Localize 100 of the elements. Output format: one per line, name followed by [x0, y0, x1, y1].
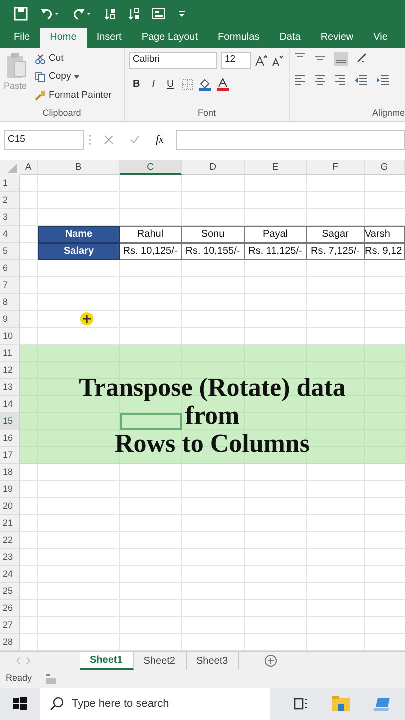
- fill-color-icon[interactable]: [198, 78, 212, 91]
- row-header[interactable]: 7: [0, 277, 20, 294]
- name-box[interactable]: C15: [4, 130, 84, 150]
- row-header[interactable]: 16: [0, 430, 20, 447]
- font-color-icon[interactable]: [216, 78, 230, 91]
- row-header[interactable]: 17: [0, 447, 20, 464]
- undo-icon[interactable]: [40, 7, 60, 21]
- column-header[interactable]: E: [245, 160, 307, 175]
- column-header[interactable]: D: [182, 160, 245, 175]
- ribbon-tab[interactable]: Vie: [364, 28, 398, 48]
- sheet-tab[interactable]: Sheet1: [80, 652, 134, 670]
- customize-caret-icon[interactable]: [178, 10, 186, 18]
- sort-descending-icon[interactable]: [128, 7, 140, 21]
- row-label-cell: Salary: [38, 243, 120, 260]
- row-header[interactable]: 3: [0, 209, 20, 226]
- ribbon-tab[interactable]: Review: [310, 28, 364, 48]
- row-header[interactable]: 24: [0, 566, 20, 583]
- ribbon-tab[interactable]: Insert: [86, 28, 132, 48]
- form-icon[interactable]: [152, 8, 166, 20]
- table-cell: Rs. 11,125/-: [245, 243, 307, 260]
- macro-recording-icon[interactable]: [46, 674, 56, 684]
- paintbrush-icon: [35, 90, 46, 102]
- column-header[interactable]: F: [307, 160, 365, 175]
- font-size-field[interactable]: 12: [221, 52, 251, 69]
- align-bottom-icon[interactable]: [334, 52, 348, 66]
- align-center-icon[interactable]: [314, 74, 326, 86]
- add-sheet-icon[interactable]: [265, 655, 278, 667]
- save-icon[interactable]: [14, 7, 28, 21]
- row-header[interactable]: 18: [0, 464, 20, 481]
- row-label-cell: Name: [38, 226, 120, 243]
- selected-cell[interactable]: [120, 413, 182, 430]
- row-header[interactable]: 28: [0, 634, 20, 651]
- align-left-icon[interactable]: [294, 74, 306, 86]
- row-header[interactable]: 2: [0, 192, 20, 209]
- table-cell: Sonu: [182, 226, 245, 243]
- italic-button[interactable]: I: [148, 77, 160, 92]
- row-header[interactable]: 20: [0, 498, 20, 515]
- row-header[interactable]: 19: [0, 481, 20, 498]
- row-header[interactable]: 8: [0, 294, 20, 311]
- decrease-indent-icon[interactable]: [354, 74, 368, 86]
- row-header[interactable]: 10: [0, 328, 20, 345]
- group-label: Alignme: [371, 106, 405, 120]
- grow-font-icon[interactable]: [255, 54, 267, 66]
- caret-icon: [74, 75, 80, 80]
- cursor-icon: [80, 312, 94, 326]
- formula-field[interactable]: [176, 130, 405, 150]
- ribbon-tab[interactable]: Home: [40, 28, 87, 48]
- increase-indent-icon[interactable]: [376, 74, 390, 86]
- row-header[interactable]: 5: [0, 243, 20, 260]
- insert-function-button[interactable]: fx: [156, 132, 164, 148]
- bold-button[interactable]: B: [129, 77, 144, 92]
- column-header[interactable]: G: [365, 160, 405, 175]
- row-header[interactable]: 13: [0, 379, 20, 396]
- row-header[interactable]: 21: [0, 515, 20, 532]
- row-header[interactable]: 15: [0, 413, 20, 430]
- table-cell: Sagar: [307, 226, 365, 243]
- column-header[interactable]: A: [20, 160, 38, 175]
- ribbon-tab[interactable]: Formulas: [208, 28, 270, 48]
- row-header[interactable]: 4: [0, 226, 20, 243]
- column-header[interactable]: C: [120, 160, 182, 175]
- row-header[interactable]: 9: [0, 311, 20, 328]
- row-header[interactable]: 6: [0, 260, 20, 277]
- group-label: Clipboard: [42, 106, 82, 120]
- ribbon-tab[interactable]: File: [4, 28, 40, 48]
- more-icon: [88, 134, 92, 146]
- task-view-icon[interactable]: [294, 697, 308, 711]
- row-header[interactable]: 14: [0, 396, 20, 413]
- search-placeholder: Type here to search: [72, 696, 170, 712]
- clipboard-icon: [4, 52, 26, 80]
- borders-icon[interactable]: [182, 78, 194, 90]
- font-name-field[interactable]: Calibri: [129, 52, 217, 69]
- column-header[interactable]: B: [38, 160, 120, 175]
- search-field[interactable]: Type here to search: [40, 688, 270, 720]
- redo-icon[interactable]: [72, 7, 92, 21]
- copy-button[interactable]: Copy: [35, 70, 112, 84]
- row-header[interactable]: 23: [0, 549, 20, 566]
- row-header[interactable]: 22: [0, 532, 20, 549]
- row-header[interactable]: 12: [0, 362, 20, 379]
- ribbon-tab[interactable]: Page Layout: [132, 28, 208, 48]
- scissors-icon: [35, 54, 46, 65]
- search-icon: [50, 697, 64, 711]
- underline-button[interactable]: U: [163, 77, 178, 92]
- sort-ascending-icon[interactable]: [104, 7, 116, 21]
- format-painter-button[interactable]: Format Painter: [35, 88, 112, 103]
- table-cell: Varsh: [365, 226, 405, 243]
- row-header[interactable]: 27: [0, 617, 20, 634]
- shrink-font-icon[interactable]: [271, 54, 283, 66]
- row-header[interactable]: 26: [0, 600, 20, 617]
- row-header[interactable]: 11: [0, 345, 20, 362]
- ribbon-tab[interactable]: Data: [270, 28, 311, 48]
- check-icon[interactable]: [130, 135, 140, 145]
- folder-icon[interactable]: [332, 696, 350, 712]
- cut-button[interactable]: Cut: [35, 52, 112, 66]
- align-right-icon[interactable]: [334, 74, 346, 86]
- banner-text: Transpose (Rotate) data: [79, 374, 346, 402]
- row-header[interactable]: 25: [0, 583, 20, 600]
- table-cell: Rs. 9,12: [365, 243, 405, 260]
- copy-icon: [35, 72, 46, 83]
- group-label: Font: [196, 106, 217, 120]
- row-header[interactable]: 1: [0, 175, 20, 192]
